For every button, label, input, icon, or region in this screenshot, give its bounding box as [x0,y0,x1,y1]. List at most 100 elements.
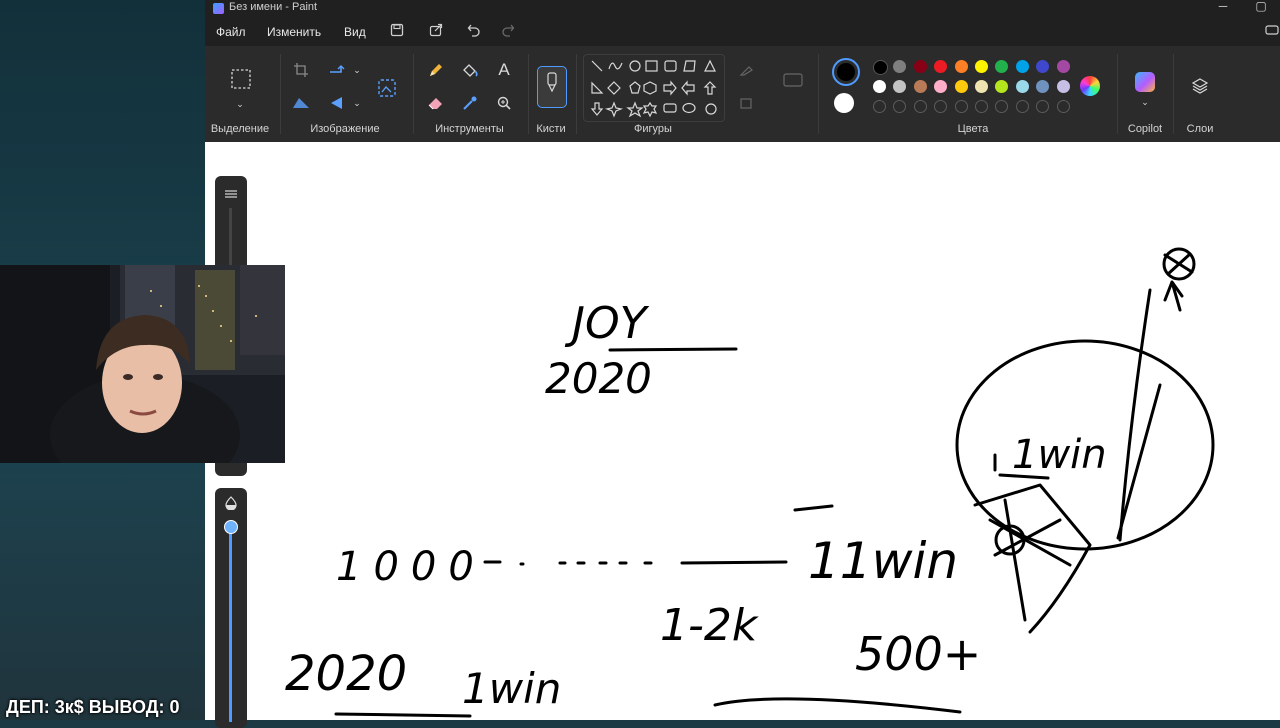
layers-icon[interactable] [1188,74,1212,98]
empty-color-slot[interactable] [975,100,988,113]
menu-file[interactable]: Файл [216,25,246,39]
separator [818,54,819,134]
fill-icon[interactable] [458,58,482,82]
edit-colors-icon[interactable] [1080,76,1100,96]
save-icon[interactable] [388,23,406,41]
empty-color-slot[interactable] [913,100,927,113]
copilot-group: ⌄ Copilot [1120,46,1170,142]
color-swatch[interactable] [1036,80,1050,93]
shapes-gallery[interactable] [583,54,725,122]
color-swatch[interactable] [873,80,886,93]
text-1win-low: 1win [462,664,561,713]
rotate-dropdown-icon[interactable]: ⌄ [345,58,369,82]
color-swatch[interactable] [975,80,988,93]
shapes-group: Фигуры [583,46,725,142]
crop-icon[interactable] [289,58,313,82]
selection-dropdown-icon[interactable]: ⌄ [228,92,252,116]
selection-label: Выделение [210,123,270,135]
text-1-2k: 1-2k [660,600,759,651]
drawing-strokes: JOY 2020 1win 1000 11win 1-2k 500+ 2020 … [285,247,1215,718]
color-swatch[interactable] [913,60,927,73]
title-bar: Без имени - Paint ─ ▢ [205,0,1280,18]
pencil-icon[interactable] [424,58,448,82]
menu-edit[interactable]: Изменить [267,25,321,39]
menu-bar: Файл Изменить Вид [205,18,1280,46]
stroke-arrow [1163,280,1184,312]
share-icon[interactable] [427,23,445,41]
color-swatch[interactable] [995,80,1009,93]
color-swatch[interactable] [954,80,968,93]
color-swatch[interactable] [954,60,968,73]
brushes-label: Кисти [536,123,566,135]
text-1000: 1000 [336,544,486,590]
text-2020-a: 2020 [545,354,652,403]
separator [576,54,577,134]
flip-dropdown-icon[interactable]: ⌄ [345,91,369,115]
empty-color-slot[interactable] [1036,100,1050,113]
shapes-label: Фигуры [634,123,672,135]
image-background-icon[interactable] [375,76,399,100]
color-swatch[interactable] [1056,60,1070,73]
stroke-head-x [1163,252,1194,276]
drawing-canvas[interactable]: JOY 2020 1win 1000 11win 1-2k 500+ 2020 … [205,142,1280,728]
maximize-icon[interactable]: ▢ [1246,0,1276,18]
minimize-icon[interactable]: ─ [1208,0,1238,18]
stream-overlay-text: ДЕП: 3к$ ВЫВОД: 0 [6,697,180,717]
stroke-long-dash [680,560,788,565]
undo-icon[interactable] [465,23,483,41]
color-swatch[interactable] [934,60,948,73]
stroke-bar [793,504,834,512]
eraser-icon[interactable] [424,91,448,115]
resize-icon[interactable] [289,91,313,115]
color-swatch[interactable] [1015,80,1029,93]
text-2020-b: 2020 [285,646,407,702]
menu-view[interactable]: Вид [344,25,366,39]
empty-color-slot[interactable] [954,100,968,113]
separator [528,54,529,134]
stroke-line1 [1118,288,1152,542]
empty-color-slot[interactable] [873,100,886,113]
image-label: Изображение [310,123,380,135]
magnifier-icon[interactable] [492,91,516,115]
settings-icon[interactable] [1263,23,1280,41]
empty-color-slot[interactable] [893,100,907,113]
color-swatch[interactable] [934,80,948,93]
primary-color-button[interactable] [832,58,860,86]
color-swatch[interactable] [1056,80,1070,93]
empty-color-slot[interactable] [934,100,948,113]
brushes-group: Кисти [531,46,571,142]
outline-icon [735,58,759,82]
text-icon[interactable]: A [492,58,516,82]
stroke-cross [988,498,1072,622]
color-swatch[interactable] [1036,60,1050,73]
empty-color-slot[interactable] [1015,100,1029,113]
colors-label: Цвета [957,123,989,135]
colors-group: Цвета [823,46,1123,142]
copilot-dropdown-icon[interactable]: ⌄ [1133,90,1157,114]
secondary-color-button[interactable] [834,93,854,113]
empty-color-slot[interactable] [1056,100,1070,113]
color-swatch[interactable] [873,60,888,75]
selection-icon[interactable] [228,66,254,92]
empty-color-slot[interactable] [995,100,1009,113]
copilot-icon[interactable] [1135,72,1155,92]
color-swatch[interactable] [975,60,988,73]
tools-label: Инструменты [435,123,504,135]
copilot-label: Copilot [1127,123,1163,135]
brush-button[interactable] [537,66,567,108]
stroke-bottom-underline [334,712,472,718]
color-picker-icon[interactable] [458,91,482,115]
text-11win: 11win [808,532,958,590]
paint-window: Без имени - Paint ─ ▢ Файл Изменить Вид … [205,0,1280,728]
stroke-joy-underline [608,347,738,352]
text-1win-circle: 1win [1012,432,1107,478]
image-group: ⌄ ⌄ Изображение [285,46,405,142]
color-swatch[interactable] [1015,60,1029,73]
color-swatch[interactable] [913,80,927,93]
color-swatch[interactable] [893,80,907,93]
redo-icon[interactable] [499,23,517,41]
layers-label: Слои [1186,123,1214,135]
color-swatch[interactable] [995,60,1009,73]
separator [1173,54,1174,134]
color-swatch[interactable] [893,60,907,73]
